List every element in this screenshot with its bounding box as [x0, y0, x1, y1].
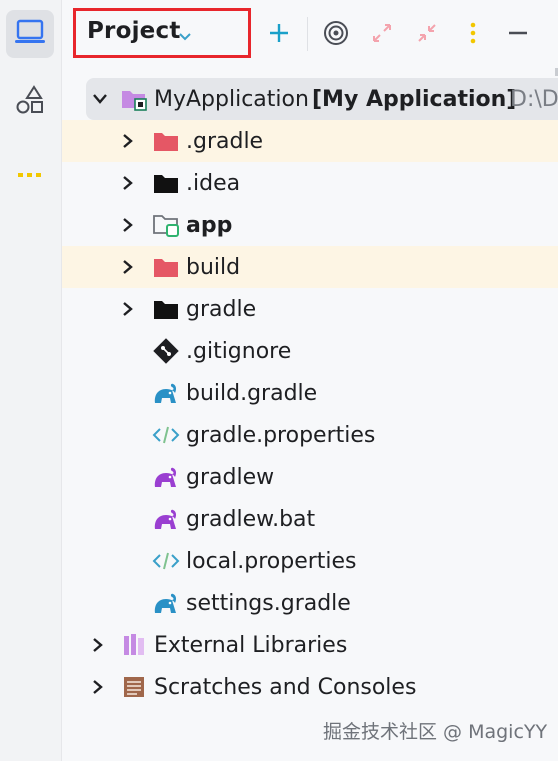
module-folder-icon — [120, 85, 148, 113]
tree-item-label: gradlew.bat — [186, 506, 316, 532]
collapse-all-icon[interactable] — [414, 20, 440, 46]
folder-icon — [152, 169, 180, 197]
gradle-script-icon — [152, 463, 180, 491]
root-path: D:\D — [510, 86, 558, 112]
project-view-button[interactable] — [6, 10, 54, 58]
gradle-elephant-icon — [152, 379, 180, 407]
tree-item-label: Scratches and Consoles — [154, 674, 417, 700]
target-icon[interactable] — [323, 20, 349, 46]
structure-shapes-icon — [14, 84, 46, 120]
tree-row-build[interactable]: build — [62, 246, 558, 288]
tree-row-build-gradle[interactable]: build.gradle — [62, 372, 558, 414]
more-tools-button[interactable] — [6, 150, 54, 198]
tree-item-label: local.properties — [186, 548, 357, 574]
properties-file-icon — [152, 421, 180, 449]
chevron-right-icon[interactable] — [118, 215, 138, 235]
tree-item-label: .idea — [186, 170, 241, 196]
tree-row-settings-gradle[interactable]: settings.gradle — [62, 582, 558, 624]
tree-item-label: app — [186, 212, 233, 238]
project-view-icon — [14, 18, 46, 50]
structure-button[interactable] — [6, 78, 54, 126]
project-view-selector[interactable]: Project — [87, 18, 181, 44]
tree-row-local-properties[interactable]: local.properties — [62, 540, 558, 582]
more-tools-icon — [16, 165, 44, 184]
chevron-right-icon[interactable] — [118, 257, 138, 277]
project-tree: MyApplication [My Application] D:\D .gra… — [62, 78, 558, 708]
kebab-menu-icon[interactable] — [460, 20, 486, 46]
tree-row-gradlew[interactable]: gradlew — [62, 456, 558, 498]
chevron-right-icon[interactable] — [118, 131, 138, 151]
watermark-text: 掘金技术社区 @ MagicYY — [323, 721, 548, 743]
chevron-down-icon[interactable] — [90, 89, 110, 109]
tree-row-root[interactable]: MyApplication [My Application] D:\D — [86, 78, 558, 120]
root-project-name: MyApplication — [154, 86, 309, 112]
minus-icon[interactable] — [505, 20, 531, 46]
chevron-right-icon[interactable] — [118, 299, 138, 319]
tree-item-label: .gradle — [186, 128, 264, 154]
tree-item-label: build.gradle — [186, 380, 318, 406]
excluded-folder-icon — [152, 253, 180, 281]
chevron-right-icon[interactable] — [88, 677, 108, 697]
git-file-icon — [152, 337, 180, 365]
tool-window-strip — [0, 0, 62, 761]
properties-file-icon — [152, 547, 180, 575]
plus-icon[interactable] — [266, 20, 292, 46]
gradle-elephant-icon — [152, 589, 180, 617]
module-folder-icon — [152, 211, 180, 239]
tree-item-label: build — [186, 254, 241, 280]
tree-row-gradle[interactable]: gradle — [62, 288, 558, 330]
tree-row-external-libraries[interactable]: External Libraries — [62, 624, 558, 666]
chevron-right-icon[interactable] — [118, 173, 138, 193]
tree-row-idea[interactable]: .idea — [62, 162, 558, 204]
root-module-name: [My Application] — [312, 86, 517, 112]
tree-item-label: gradle.properties — [186, 422, 376, 448]
tree-item-label: gradle — [186, 296, 257, 322]
folder-icon — [152, 295, 180, 323]
library-icon — [120, 631, 148, 659]
chevron-right-icon[interactable] — [88, 635, 108, 655]
tree-item-label: .gitignore — [186, 338, 292, 364]
tree-item-label: gradlew — [186, 464, 275, 490]
tree-row-gradlew-bat[interactable]: gradlew.bat — [62, 498, 558, 540]
chevron-down-icon[interactable] — [178, 27, 192, 46]
tree-row-scratches[interactable]: Scratches and Consoles — [62, 666, 558, 708]
tree-row-gitignore[interactable]: .gitignore — [62, 330, 558, 372]
project-toolbar: Project — [62, 0, 558, 66]
toolbar-separator — [307, 17, 308, 51]
expand-all-icon[interactable] — [369, 20, 395, 46]
tree-row-gradle-properties[interactable]: gradle.properties — [62, 414, 558, 456]
tree-item-label: External Libraries — [154, 632, 348, 658]
tree-row-gradle-dir[interactable]: .gradle — [62, 120, 558, 162]
tree-row-app[interactable]: app — [62, 204, 558, 246]
excluded-folder-icon — [152, 127, 180, 155]
gradle-script-icon — [152, 505, 180, 533]
scratches-icon — [120, 673, 148, 701]
tree-item-label: settings.gradle — [186, 590, 351, 616]
